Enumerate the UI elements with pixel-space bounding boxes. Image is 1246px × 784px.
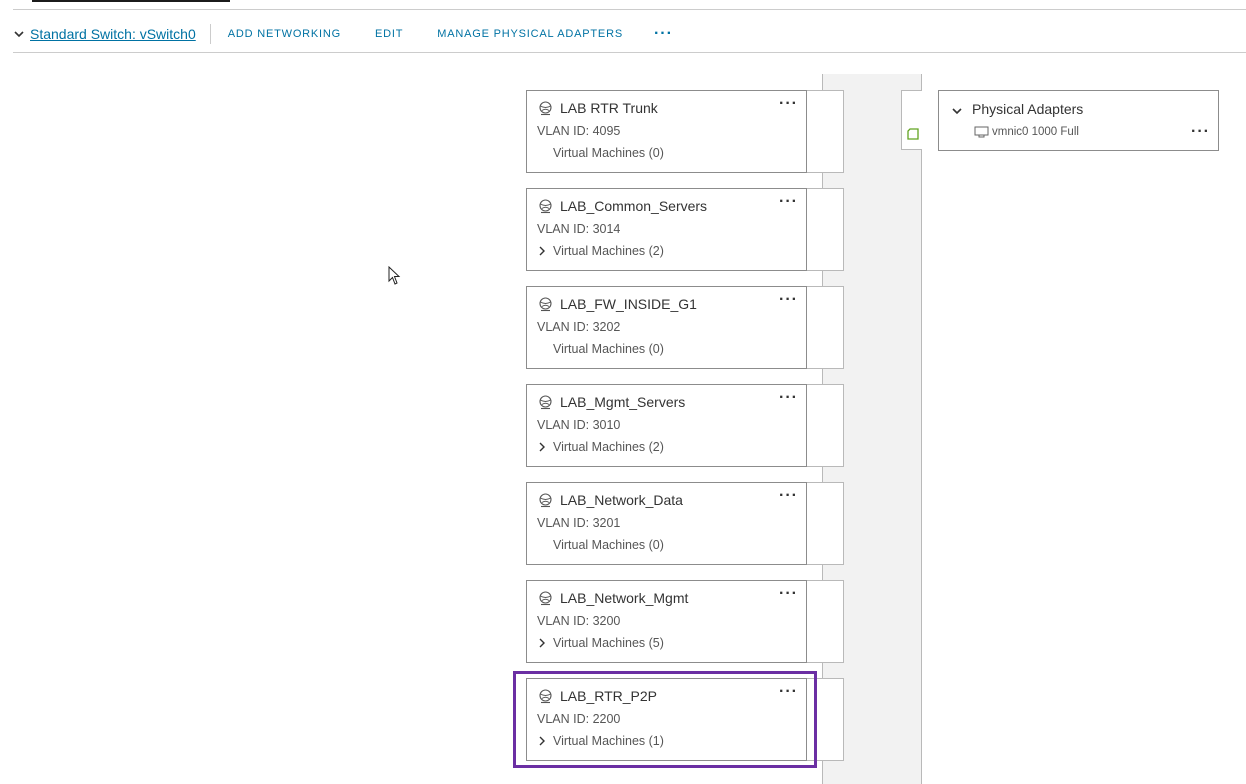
- chevron-right-icon[interactable]: [537, 442, 547, 452]
- port-group-card[interactable]: LAB_Network_Data ··· VLAN ID: 3201 Virtual …: [526, 482, 807, 565]
- port-group-connector: [806, 482, 844, 565]
- port-group-more-button[interactable]: ···: [779, 684, 798, 700]
- mouse-pointer-icon: [388, 266, 401, 285]
- port-group-connector: [806, 580, 844, 663]
- port-group-card[interactable]: LAB_Common_Servers ··· VLAN ID: 3014 Virtua…: [526, 188, 807, 271]
- port-group-connector: [806, 188, 844, 271]
- port-group-name: LAB_FW_INSIDE_G1: [560, 296, 697, 312]
- virtual-machines-label: Virtual Machines (5): [553, 636, 664, 650]
- edit-button[interactable]: EDIT: [375, 28, 403, 40]
- virtual-machines-toggle[interactable]: Virtual Machines (2): [537, 244, 664, 258]
- vlan-id-label: VLAN ID: 3202: [537, 320, 621, 334]
- port-group-card[interactable]: LAB_FW_INSIDE_G1 ··· VLAN ID: 3202 Virtual …: [526, 286, 807, 369]
- port-group-connector: [806, 678, 844, 761]
- manage-physical-adapters-button[interactable]: MANAGE PHYSICAL ADAPTERS: [437, 28, 623, 40]
- port-group-name: LAB_RTR_P2P: [560, 688, 658, 704]
- virtual-machines-toggle: Virtual Machines (0): [537, 146, 664, 160]
- virtual-machines-toggle: Virtual Machines (0): [537, 538, 664, 552]
- port-group-icon: [539, 395, 552, 410]
- port-group-name: LAB RTR Trunk: [560, 100, 658, 116]
- port-group-card[interactable]: LAB_RTR_P2P ··· VLAN ID: 2200 Virtual Machi…: [526, 678, 807, 761]
- port-group-card[interactable]: LAB RTR Trunk ··· VLAN ID: 4095 Virtual Mac…: [526, 90, 807, 173]
- virtual-machines-label: Virtual Machines (2): [553, 440, 664, 454]
- port-group-icon: [539, 199, 552, 214]
- port-group-icon: [539, 297, 552, 312]
- chevron-right-icon[interactable]: [537, 736, 547, 746]
- virtual-machines-label: Virtual Machines (2): [553, 244, 664, 258]
- port-group-name: LAB_Common_Servers: [560, 198, 708, 214]
- vlan-id-label: VLAN ID: 3201: [537, 516, 621, 530]
- virtual-machines-toggle[interactable]: Virtual Machines (2): [537, 440, 664, 454]
- port-group-connector: [806, 90, 844, 173]
- port-group-card[interactable]: LAB_Network_Mgmt ··· VLAN ID: 3200 Virtual …: [526, 580, 807, 663]
- divider: [13, 9, 1246, 10]
- port-group-icon: [539, 689, 552, 704]
- port-group-name: LAB_Network_Data: [560, 492, 683, 508]
- virtual-machines-toggle[interactable]: Virtual Machines (1): [537, 734, 664, 748]
- port-group-more-button[interactable]: ···: [779, 292, 798, 308]
- vlan-id-label: VLAN ID: 3014: [537, 222, 621, 236]
- uplink-port: [901, 90, 922, 150]
- add-networking-button[interactable]: ADD NETWORKING: [228, 28, 341, 40]
- active-tab-indicator: [32, 0, 230, 2]
- switch-title-link[interactable]: Standard Switch: vSwitch0: [30, 24, 211, 44]
- virtual-machines-label: Virtual Machines (1): [553, 734, 664, 748]
- vlan-id-label: VLAN ID: 3200: [537, 614, 621, 628]
- chevron-right-icon[interactable]: [537, 638, 547, 648]
- chevron-down-icon[interactable]: [13, 28, 25, 40]
- port-group-icon: [539, 591, 552, 606]
- port-group-name: LAB_Mgmt_Servers: [560, 394, 686, 410]
- port-group-more-button[interactable]: ···: [779, 586, 798, 602]
- network-adapter-icon: [974, 126, 989, 138]
- virtual-machines-label: Virtual Machines (0): [553, 538, 664, 552]
- physical-adapter-item[interactable]: vmnic0 1000 Full: [992, 126, 1079, 138]
- port-group-more-button[interactable]: ···: [779, 96, 798, 112]
- physical-adapters-card: Physical Adapters vmnic0 1000 Full ···: [938, 90, 1219, 151]
- virtual-machines-label: Virtual Machines (0): [553, 146, 664, 160]
- chevron-right-icon[interactable]: [537, 246, 547, 256]
- vlan-id-label: VLAN ID: 3010: [537, 418, 621, 432]
- physical-adapter-more-button[interactable]: ···: [1191, 124, 1210, 140]
- vlan-id-label: VLAN ID: 2200: [537, 712, 621, 726]
- more-actions-button[interactable]: ···: [654, 26, 673, 42]
- port-group-name: LAB_Network_Mgmt: [560, 590, 689, 606]
- switch-header: Standard Switch: vSwitch0 ADD NETWORKING…: [13, 22, 1246, 46]
- port-group-more-button[interactable]: ···: [779, 194, 798, 210]
- virtual-machines-label: Virtual Machines (0): [553, 342, 664, 356]
- virtual-machines-toggle: Virtual Machines (0): [537, 342, 664, 356]
- divider: [13, 52, 1246, 53]
- port-connected-icon: [907, 128, 919, 140]
- port-group-connector: [806, 384, 844, 467]
- port-group-icon: [539, 493, 552, 508]
- port-group-more-button[interactable]: ···: [779, 390, 798, 406]
- vlan-id-label: VLAN ID: 4095: [537, 124, 621, 138]
- chevron-down-icon[interactable]: [951, 105, 963, 117]
- physical-adapters-title: Physical Adapters: [972, 101, 1084, 117]
- port-group-more-button[interactable]: ···: [779, 488, 798, 504]
- port-group-connector: [806, 286, 844, 369]
- port-group-card[interactable]: LAB_Mgmt_Servers ··· VLAN ID: 3010 Virtual …: [526, 384, 807, 467]
- virtual-machines-toggle[interactable]: Virtual Machines (5): [537, 636, 664, 650]
- port-group-icon: [539, 101, 552, 116]
